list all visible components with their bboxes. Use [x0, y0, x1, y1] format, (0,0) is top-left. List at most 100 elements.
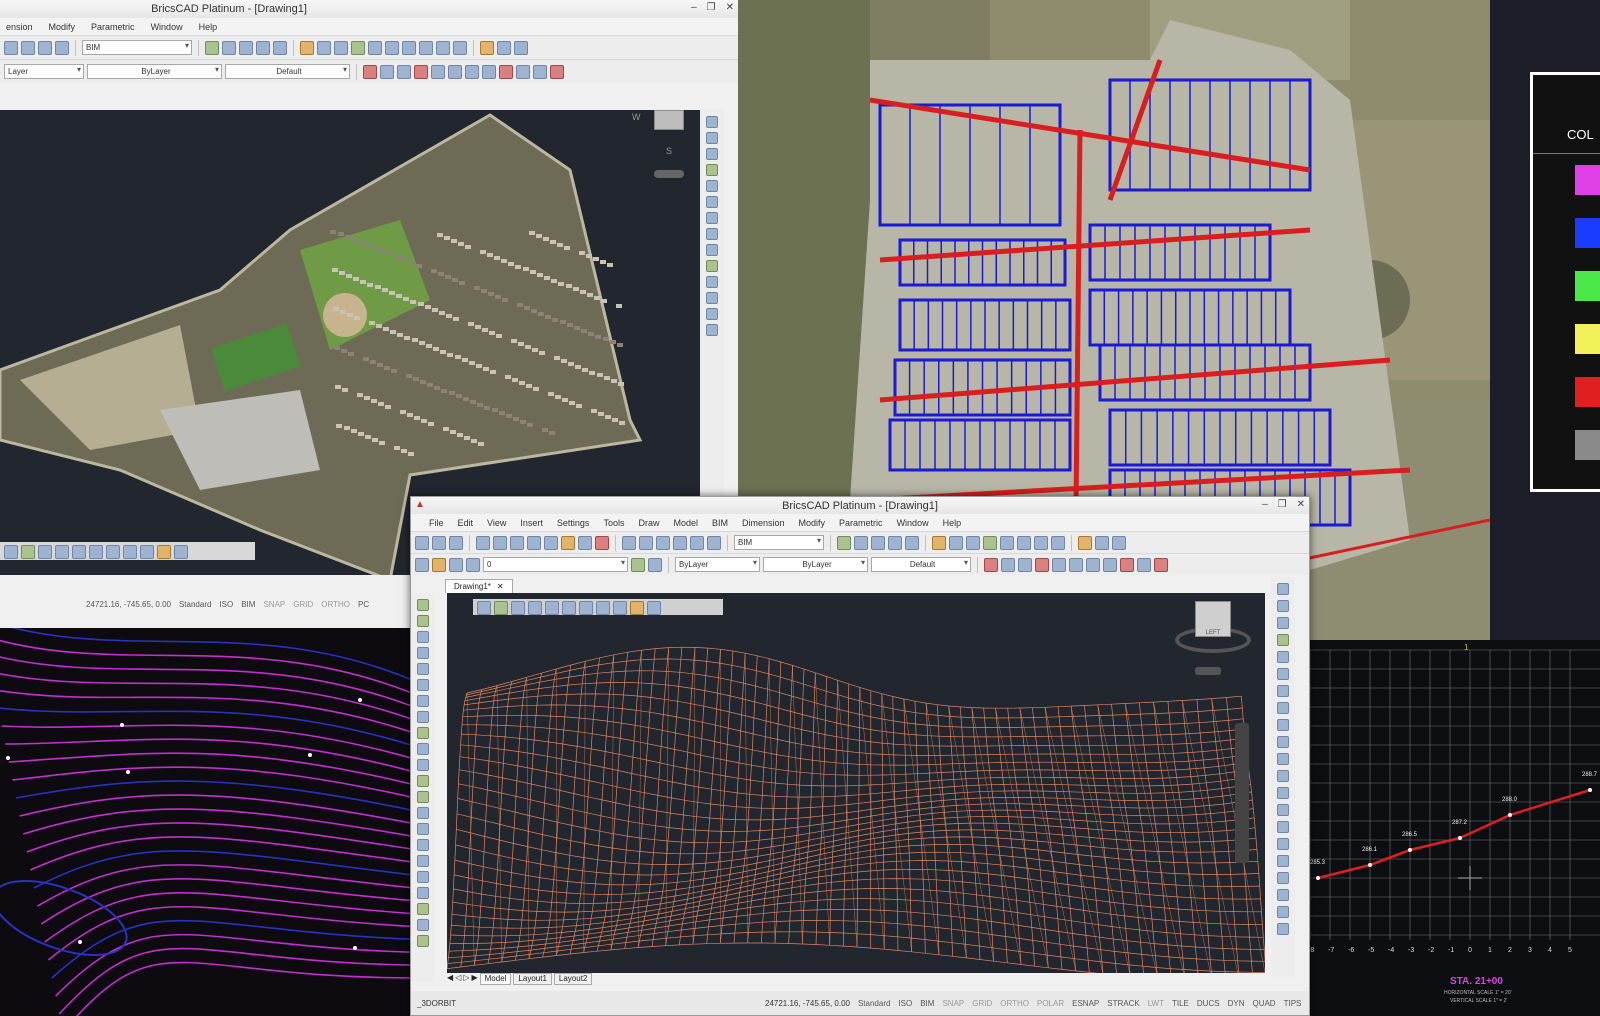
match-properties-icon[interactable] [561, 535, 575, 550]
tab-layout1[interactable]: Layout1 [513, 973, 552, 985]
layer-isolate-icon[interactable] [648, 557, 662, 572]
tab-nav-prev-icon[interactable]: ◁ [455, 973, 461, 985]
front-status-polar[interactable]: POLAR [1037, 999, 1064, 1008]
front-status-lwt[interactable]: LWT [1148, 999, 1164, 1008]
snap-clear-icon[interactable] [550, 64, 564, 79]
front-linetype-combo[interactable]: ByLayer [763, 557, 868, 572]
front-grid-icon[interactable] [1034, 535, 1048, 550]
background-menu-window[interactable]: Window [151, 22, 183, 32]
copy-icon[interactable] [706, 132, 718, 144]
print-icon[interactable] [476, 535, 490, 550]
front-spline-icon[interactable] [417, 679, 429, 691]
viewport-scrollbar[interactable] [1235, 723, 1249, 863]
cylinder-icon[interactable] [402, 40, 416, 55]
pan-icon[interactable] [300, 40, 314, 55]
snap-quad-icon[interactable] [499, 64, 513, 79]
front-lineweight-combo[interactable]: Default [871, 557, 971, 572]
background-menu-parametric[interactable]: Parametric [91, 22, 135, 32]
zoom-in-icon[interactable] [222, 40, 236, 55]
text-icon[interactable] [106, 544, 120, 559]
view-icon[interactable] [334, 40, 348, 55]
front-box-icon[interactable] [1017, 535, 1031, 550]
zoom-window-icon[interactable] [256, 40, 270, 55]
chamfer-icon[interactable] [706, 276, 718, 288]
float-arc-icon[interactable] [511, 600, 525, 615]
snap-tangent-icon[interactable] [482, 64, 496, 79]
grid-icon[interactable] [419, 40, 433, 55]
front-camera-icon[interactable] [1112, 535, 1126, 550]
point-icon[interactable] [174, 544, 188, 559]
minimize-icon[interactable]: – [691, 2, 697, 13]
circle-icon[interactable] [55, 544, 69, 559]
float-circle-icon[interactable] [528, 600, 542, 615]
front-view-icon[interactable] [966, 535, 980, 550]
float-text-icon[interactable] [579, 600, 593, 615]
command-line[interactable]: _3DORBIT [417, 999, 757, 1008]
front-r-fillet-icon[interactable] [1277, 736, 1289, 748]
front-line-icon[interactable] [417, 599, 429, 611]
delete-icon[interactable] [595, 535, 609, 550]
line-icon[interactable] [4, 544, 18, 559]
layer-state-icon[interactable] [415, 557, 429, 572]
float-line-icon[interactable] [477, 600, 491, 615]
insert-icon[interactable] [140, 544, 154, 559]
dimension-icon[interactable] [363, 64, 377, 79]
front-status-ducs[interactable]: DUCS [1197, 999, 1220, 1008]
front-r-scale-icon[interactable] [1277, 634, 1289, 646]
background-status-24721-16-745-65-0-00[interactable]: 24721.16, -745.65, 0.00 [86, 600, 171, 609]
front-menu-modify[interactable]: Modify [799, 518, 826, 528]
front-light-icon[interactable] [1078, 535, 1092, 550]
layer-combo[interactable]: Layer [4, 64, 84, 79]
tab-model[interactable]: Model [479, 973, 512, 985]
front-visual-style-icon[interactable] [1000, 535, 1014, 550]
front-menu-tools[interactable]: Tools [603, 518, 624, 528]
front-mtext-icon[interactable] [417, 887, 429, 899]
compass-widget[interactable]: W S [630, 110, 690, 180]
clipboard-icon[interactable] [527, 535, 541, 550]
tab-close-icon[interactable]: ✕ [497, 582, 504, 591]
front-snap-intersect-icon[interactable] [1035, 557, 1049, 572]
layer-previous-icon[interactable] [631, 557, 645, 572]
front-zoom-extents-icon[interactable] [905, 535, 919, 550]
layer-on-icon[interactable] [432, 557, 446, 572]
color-combo[interactable]: ByLayer [675, 557, 760, 572]
hatch-icon[interactable] [89, 544, 103, 559]
front-menu-file[interactable]: File [429, 518, 444, 528]
front-menu-draw[interactable]: Draw [638, 518, 659, 528]
polyline-icon[interactable] [21, 544, 35, 559]
zoom-icon[interactable] [205, 40, 219, 55]
front-r-splinedit-icon[interactable] [1277, 906, 1289, 918]
front-menu-model[interactable]: Model [673, 518, 698, 528]
front-r-offset-icon[interactable] [1277, 685, 1289, 697]
front-status-tips[interactable]: TIPS [1284, 999, 1302, 1008]
front-block-icon[interactable] [417, 903, 429, 915]
front-snap-mid-icon[interactable] [1018, 557, 1032, 572]
front-orbit-icon[interactable] [949, 535, 963, 550]
section-icon[interactable] [497, 40, 511, 55]
float-rect-icon[interactable] [545, 600, 559, 615]
front-restore-icon[interactable]: ❐ [1278, 499, 1287, 510]
front-r-chamfer-icon[interactable] [1277, 753, 1289, 765]
front-polygon-icon[interactable] [417, 695, 429, 707]
front-properties-icon[interactable] [673, 535, 687, 550]
layer-lock-icon[interactable] [466, 557, 480, 572]
layer-manager-icon[interactable] [656, 535, 670, 550]
front-r-array-icon[interactable] [1277, 668, 1289, 680]
front-zoom-icon[interactable] [837, 535, 851, 550]
layers-icon[interactable] [38, 40, 52, 55]
float-measure-icon[interactable] [630, 600, 644, 615]
front-r-pedit-icon[interactable] [1277, 889, 1289, 901]
close-icon[interactable]: ✕ [726, 2, 734, 13]
tab-nav-next-icon[interactable]: ▷ [463, 973, 469, 985]
workspace-combo[interactable]: BIM [82, 40, 192, 55]
snap-parallel-icon[interactable] [465, 64, 479, 79]
snap-node-icon[interactable] [516, 64, 530, 79]
tab-nav-first-icon[interactable]: ◀ [447, 973, 453, 985]
front-menu-edit[interactable]: Edit [458, 518, 474, 528]
front-arc-icon[interactable] [417, 631, 429, 643]
front-menu-window[interactable]: Window [897, 518, 929, 528]
layout-icon[interactable] [453, 40, 467, 55]
front-snap-node-icon[interactable] [1137, 557, 1151, 572]
viewcube-home-icon[interactable] [1195, 667, 1221, 675]
float-point-icon[interactable] [647, 600, 661, 615]
